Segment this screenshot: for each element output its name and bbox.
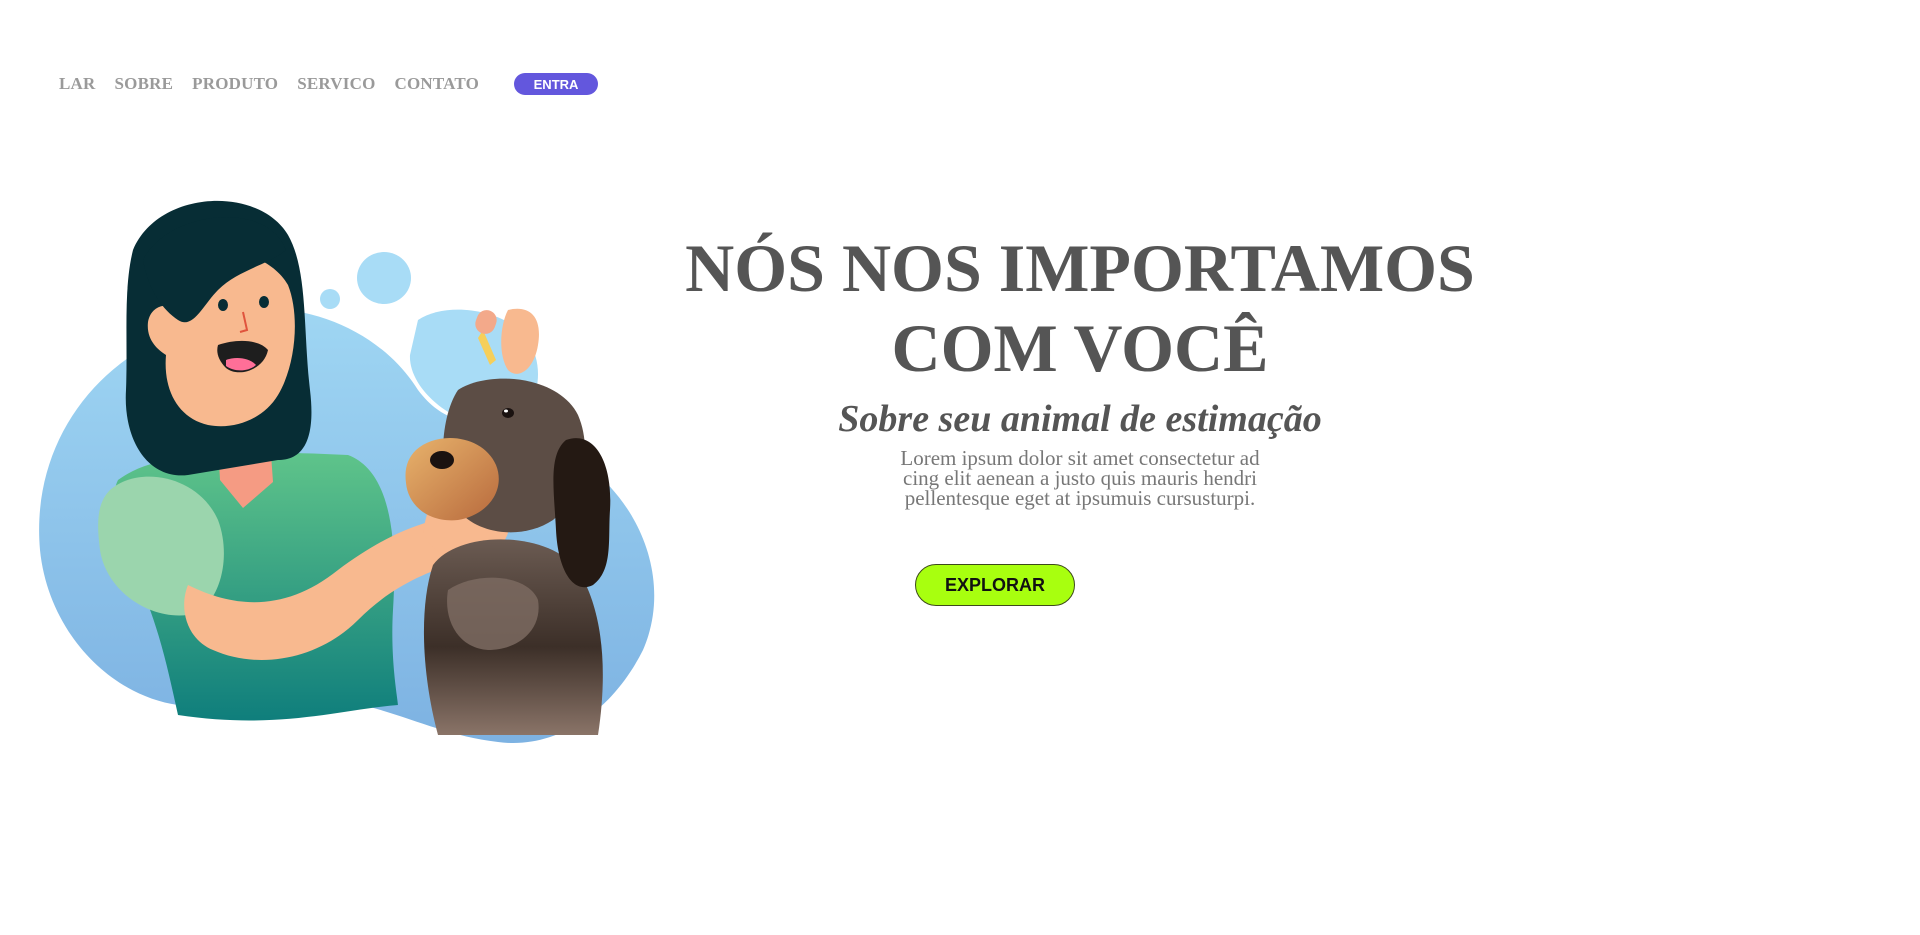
hero-subheadline: Sobre seu animal de estimação [838, 398, 1322, 440]
hero-headline-line1: NÓS NOS IMPORTAMOS [685, 230, 1475, 306]
explorar-button[interactable]: EXPLORAR [915, 564, 1075, 606]
hero-headline: NÓS NOS IMPORTAMOS COM VOCÊ [640, 228, 1520, 388]
dog-eye [502, 408, 514, 418]
nav-link-servico[interactable]: SERVICO [297, 74, 375, 94]
hero-description: Lorem ipsum dolor sit amet consectetur a… [900, 446, 1260, 510]
hero-headline-line2: COM VOCÊ [891, 310, 1269, 386]
bubble-small [320, 289, 340, 309]
bubble-large [357, 252, 411, 304]
vet-dog-illustration [39, 200, 655, 744]
hero-text-block: NÓS NOS IMPORTAMOS COM VOCÊ Sobre seu an… [640, 228, 1520, 510]
nav-link-produto[interactable]: PRODUTO [192, 74, 278, 94]
nav-link-lar[interactable]: LAR [59, 74, 96, 94]
woman-eye-left [218, 299, 228, 311]
nav-link-sobre[interactable]: SOBRE [115, 74, 174, 94]
dog-nose [430, 451, 454, 469]
entra-button[interactable]: ENTRA [514, 73, 599, 95]
woman-eye-right [259, 296, 269, 308]
main-nav: LAR SOBRE PRODUTO SERVICO CONTATO ENTRA [59, 72, 599, 96]
dog-eye-shine [504, 409, 508, 413]
nav-link-contato[interactable]: CONTATO [395, 74, 480, 94]
